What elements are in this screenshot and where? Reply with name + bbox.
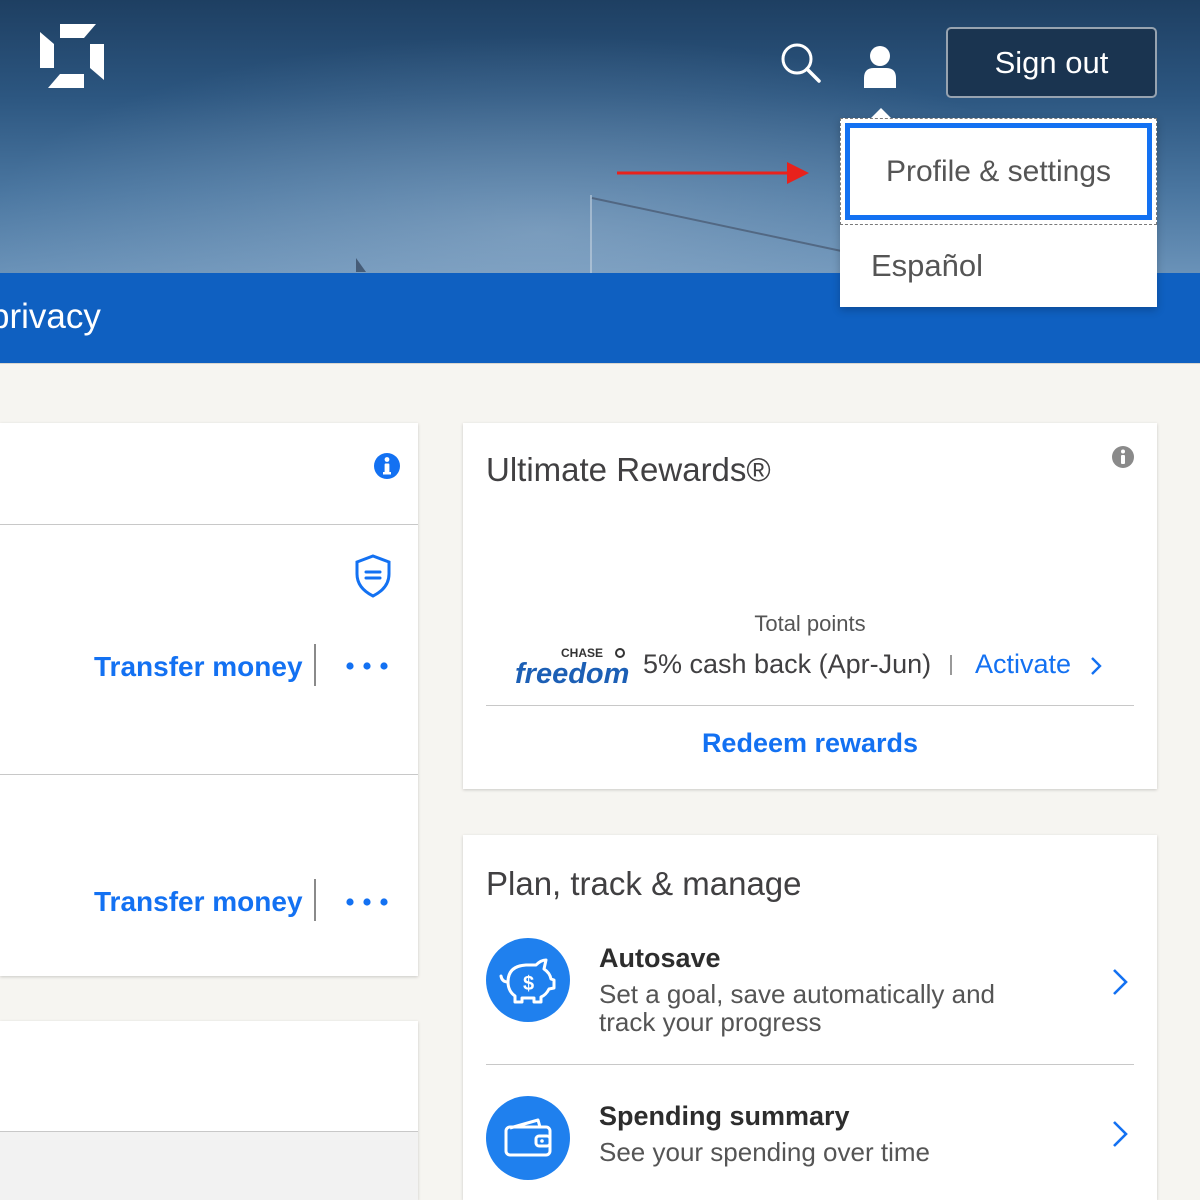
- transfer-money-link[interactable]: Transfer money: [94, 886, 303, 918]
- menu-item-profile-settings[interactable]: Profile & settings: [840, 118, 1157, 225]
- promo-text: 5% cash back (Apr-Jun): [643, 649, 932, 679]
- chevron-right-icon[interactable]: [1111, 1119, 1129, 1149]
- shield-icon[interactable]: [354, 554, 392, 598]
- chase-freedom-logo: CHASE freedom: [515, 646, 629, 689]
- activate-link[interactable]: Activate: [975, 649, 1071, 680]
- chevron-right-icon[interactable]: [1089, 655, 1103, 677]
- redeem-rewards-link[interactable]: Redeem rewards: [463, 728, 1157, 759]
- transfer-money-link[interactable]: Transfer money: [94, 651, 303, 683]
- dropdown-caret: [871, 108, 891, 118]
- sign-out-button[interactable]: Sign out: [946, 27, 1157, 98]
- vertical-separator: [950, 655, 952, 675]
- ultimate-rewards-card: Ultimate Rewards® Total points CHASE fre…: [463, 423, 1157, 789]
- plan-track-manage-card: Plan, track & manage $ Autosave Set a go…: [463, 835, 1157, 1200]
- nav-link-privacy[interactable]: privacy: [0, 297, 101, 337]
- autosave-description: Set a goal, save automatically and track…: [599, 979, 996, 1037]
- info-icon[interactable]: [1111, 445, 1135, 469]
- autosave-title[interactable]: Autosave: [599, 943, 721, 974]
- info-icon[interactable]: [373, 452, 401, 480]
- spending-summary-title[interactable]: Spending summary: [599, 1101, 850, 1132]
- red-arrow-annotation: [617, 162, 809, 184]
- autosave-icon-circle[interactable]: $: [486, 938, 570, 1022]
- spending-summary-description: See your spending over time: [599, 1137, 930, 1167]
- card-footer: [0, 1131, 418, 1200]
- menu-item-profile-settings-label[interactable]: Profile & settings: [845, 123, 1152, 220]
- chevron-right-icon[interactable]: [1111, 967, 1129, 997]
- card-divider: [0, 524, 418, 525]
- total-points-label: Total points: [754, 611, 866, 636]
- more-options-icon[interactable]: [345, 659, 389, 673]
- svg-text:freedom: freedom: [515, 658, 629, 689]
- user-profile-icon[interactable]: [860, 44, 900, 88]
- rewards-title: Ultimate Rewards®: [486, 451, 771, 488]
- chase-logo-icon[interactable]: [40, 24, 104, 88]
- vertical-separator: [314, 644, 316, 686]
- more-options-icon[interactable]: [345, 895, 389, 909]
- menu-item-espanol[interactable]: Español: [840, 225, 1157, 307]
- card-divider: [0, 774, 418, 775]
- profile-dropdown-menu: Profile & settings Español: [840, 108, 1157, 307]
- plan-title: Plan, track & manage: [486, 865, 802, 902]
- vertical-separator: [314, 879, 316, 921]
- wallet-icon: [504, 1118, 552, 1157]
- background-pole: [590, 195, 592, 273]
- piggy-bank-icon: $: [499, 958, 556, 1004]
- spending-summary-icon-circle[interactable]: [486, 1096, 570, 1180]
- search-icon[interactable]: [780, 42, 822, 84]
- svg-text:$: $: [523, 973, 534, 995]
- secondary-card: [0, 1021, 418, 1200]
- card-divider: [486, 705, 1134, 706]
- card-divider: [486, 1064, 1134, 1065]
